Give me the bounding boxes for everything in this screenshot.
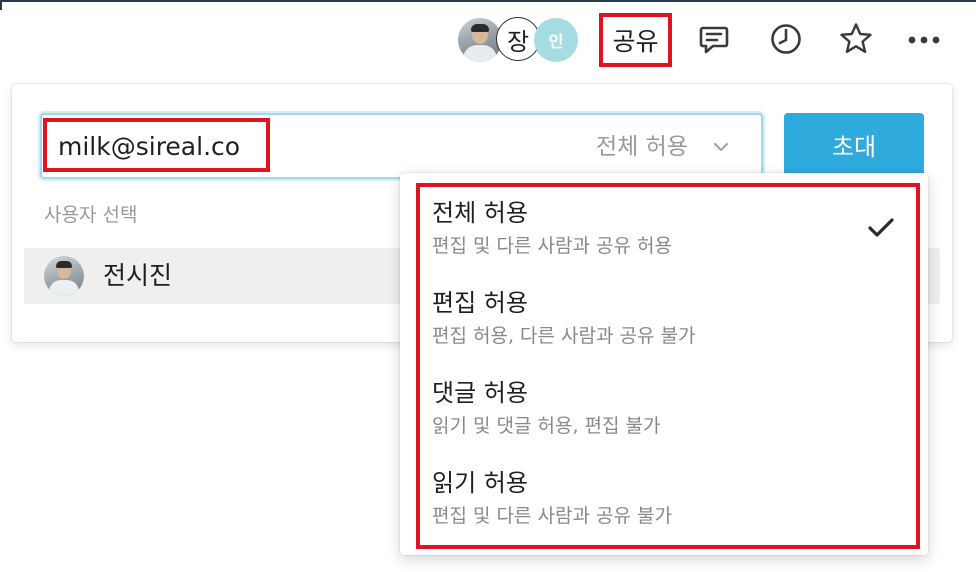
- chevron-down-icon[interactable]: [709, 135, 733, 159]
- permission-select[interactable]: 전체 허용: [596, 127, 688, 167]
- email-highlight-box: [43, 118, 270, 172]
- invite-button[interactable]: 초대: [784, 113, 924, 179]
- window-edge: [0, 0, 976, 2]
- dropdown-highlight-box: [416, 183, 920, 549]
- more-icon[interactable]: [906, 21, 942, 57]
- window-edge-left: [0, 0, 2, 10]
- star-icon[interactable]: [838, 21, 874, 57]
- history-clock-icon[interactable]: [768, 21, 804, 57]
- comment-icon[interactable]: [696, 21, 732, 57]
- collaborator-avatar-initial[interactable]: 인: [534, 18, 578, 62]
- user-avatar: [44, 256, 84, 296]
- user-name[interactable]: 전시진: [103, 258, 172, 294]
- select-user-label: 사용자 선택: [44, 204, 138, 226]
- share-button[interactable]: 공유: [599, 13, 672, 67]
